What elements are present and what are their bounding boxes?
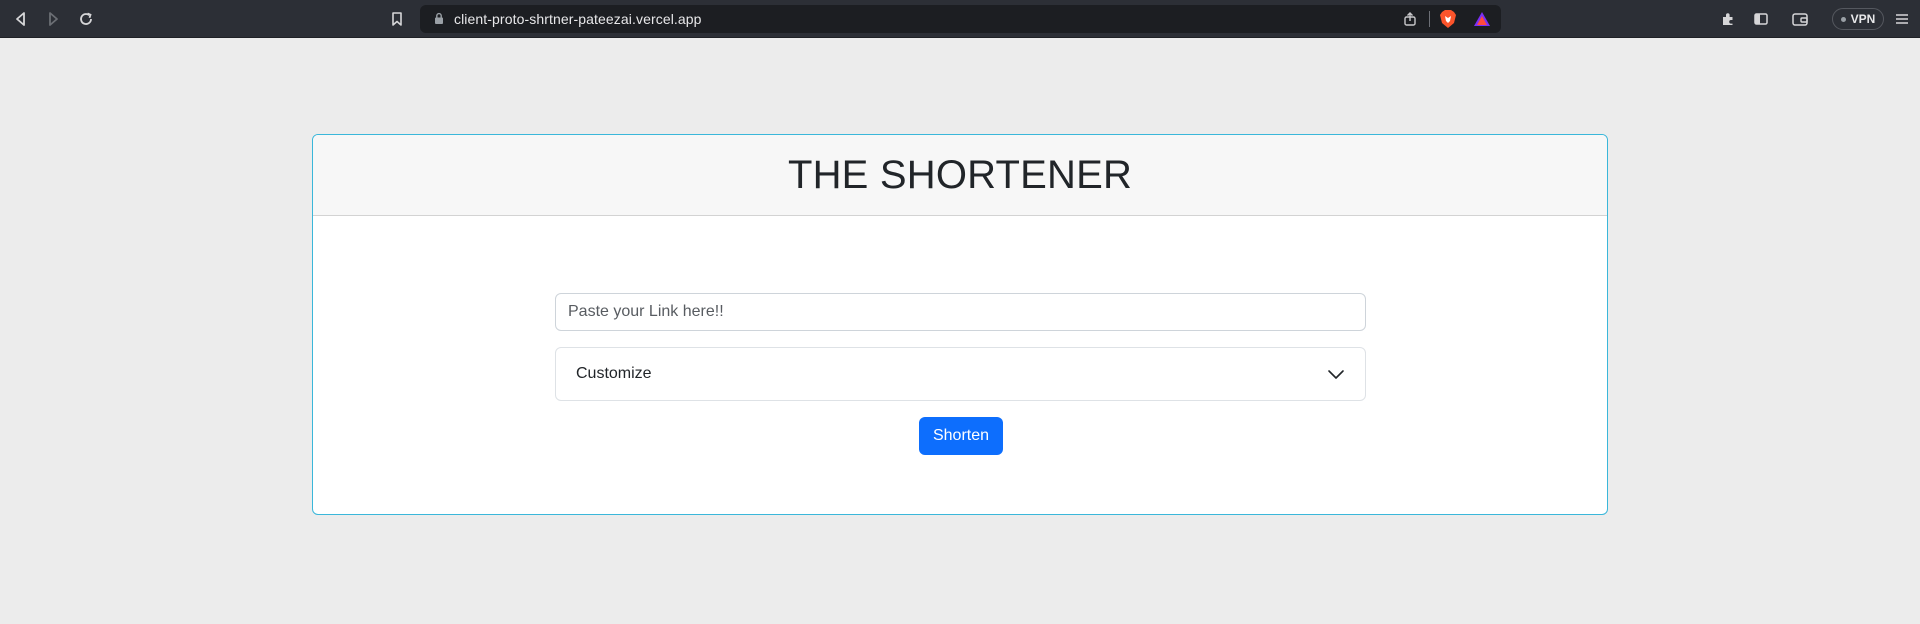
forward-icon[interactable] [41,7,65,31]
link-input[interactable] [555,293,1366,331]
address-bar[interactable]: client-proto-shrtner-pateezai.vercel.app [420,5,1501,33]
customize-accordion[interactable]: Customize [555,347,1366,401]
shorten-button[interactable]: Shorten [919,417,1003,455]
page-title: THE SHORTENER [787,152,1133,197]
back-icon[interactable] [9,7,33,31]
extensions-icon[interactable] [1716,7,1740,31]
address-separator [1429,11,1430,27]
brave-rewards-icon[interactable] [1473,10,1491,33]
vpn-status-dot [1840,16,1846,22]
wallet-icon[interactable] [1788,7,1812,31]
share-icon[interactable] [1402,11,1418,32]
browser-toolbar: client-proto-shrtner-pateezai.vercel.app… [0,0,1920,38]
vpn-button[interactable]: VPN [1832,8,1884,30]
url-text[interactable]: client-proto-shrtner-pateezai.vercel.app [454,11,702,27]
vpn-label: VPN [1850,12,1876,26]
lock-icon [434,12,444,30]
sidebar-icon[interactable] [1749,7,1773,31]
bookmark-icon[interactable] [385,7,409,31]
card-header: THE SHORTENER [313,135,1607,216]
shortener-card: THE SHORTENER Customize Shorten [312,134,1608,515]
menu-icon[interactable] [1890,7,1914,31]
chevron-down-icon [1327,365,1345,388]
brave-shields-icon[interactable] [1439,9,1457,34]
customize-label: Customize [576,365,652,382]
reload-icon[interactable] [74,7,98,31]
